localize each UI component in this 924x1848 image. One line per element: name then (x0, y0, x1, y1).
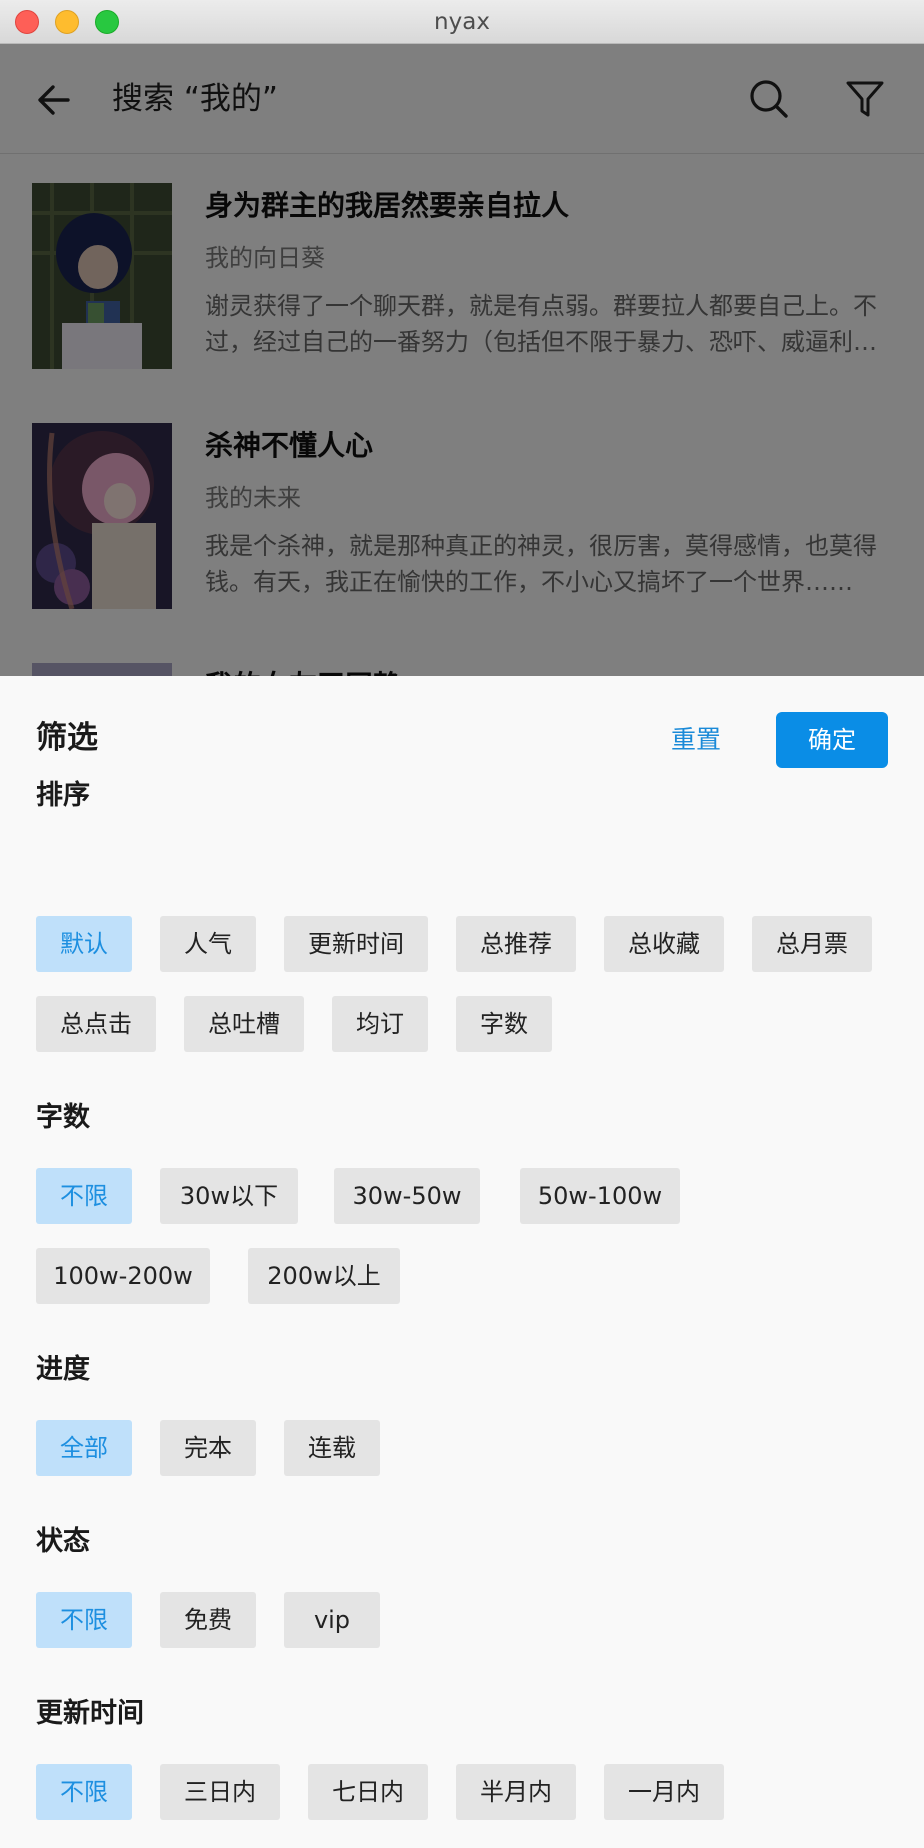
chip-status[interactable]: 免费 (160, 1592, 256, 1648)
chip-sort[interactable]: 总收藏 (604, 916, 724, 972)
section-label-progress: 进度 (36, 1354, 90, 1385)
section-label-word-count: 字数 (36, 1102, 90, 1133)
chip-sort[interactable]: 总点击 (36, 996, 156, 1052)
chip-progress[interactable]: 连载 (284, 1420, 380, 1476)
chip-word-count[interactable]: 50w-100w (520, 1168, 680, 1224)
chip-sort[interactable]: 字数 (456, 996, 552, 1052)
chip-word-count[interactable]: 100w-200w (36, 1248, 210, 1304)
chip-word-count[interactable]: 200w以上 (248, 1248, 400, 1304)
chip-update-time[interactable]: 三日内 (160, 1764, 280, 1820)
chip-status[interactable]: 不限 (36, 1592, 132, 1648)
filter-title: 筛选 (36, 720, 98, 756)
reset-button[interactable]: 重置 (660, 720, 732, 760)
window-title: nyax (434, 9, 490, 35)
chip-sort[interactable]: 默认 (36, 916, 132, 972)
section-label-sort: 排序 (36, 780, 90, 811)
chip-sort[interactable]: 总推荐 (456, 916, 576, 972)
chip-update-time[interactable]: 半月内 (456, 1764, 576, 1820)
chip-status[interactable]: vip (284, 1592, 380, 1648)
chip-word-count[interactable]: 不限 (36, 1168, 132, 1224)
chip-word-count[interactable]: 30w-50w (334, 1168, 480, 1224)
chip-update-time[interactable]: 一月内 (604, 1764, 724, 1820)
chip-sort[interactable]: 均订 (332, 996, 428, 1052)
chip-sort[interactable]: 人气 (160, 916, 256, 972)
chip-sort[interactable]: 总月票 (752, 916, 872, 972)
chip-update-time[interactable]: 不限 (36, 1764, 132, 1820)
confirm-button[interactable]: 确定 (776, 712, 888, 768)
chip-update-time[interactable]: 七日内 (308, 1764, 428, 1820)
section-label-status: 状态 (36, 1526, 90, 1557)
filter-sheet: 筛选 重置 确定 排序 默认 人气 更新时间 总推荐 总收藏 总月票 总点击 总… (0, 676, 924, 1848)
window-title-bar: nyax (0, 0, 924, 44)
chip-sort[interactable]: 总吐槽 (184, 996, 304, 1052)
chip-progress[interactable]: 全部 (36, 1420, 132, 1476)
chip-word-count[interactable]: 30w以下 (160, 1168, 298, 1224)
section-label-update-time: 更新时间 (36, 1698, 144, 1729)
chip-progress[interactable]: 完本 (160, 1420, 256, 1476)
chip-sort[interactable]: 更新时间 (284, 916, 428, 972)
app-content: 搜索 “我的” 身为群主的我居然要亲自拉人 我的向日葵 谢灵获得了一个聊天群，就… (0, 44, 924, 1848)
